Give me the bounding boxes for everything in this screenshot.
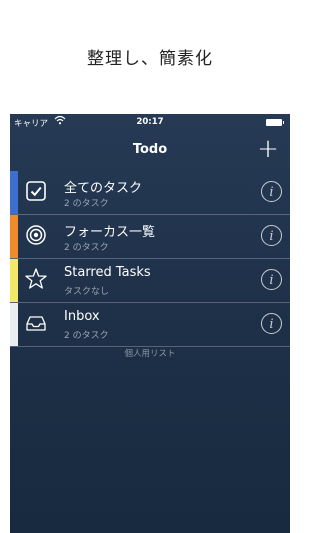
list-subtitle: タスクなし [64, 287, 110, 297]
list-row-starred[interactable]: Starred Tasks タスクなし i [10, 259, 290, 303]
list-subtitle: 2 のタスク [64, 199, 109, 209]
list-name: フォーカス一覧 [64, 225, 156, 240]
list-row-inbox[interactable]: Inbox 2 のタスク i [10, 303, 290, 347]
inbox-tray-icon [24, 311, 48, 335]
star-icon [24, 267, 48, 291]
list-name: 全てのタスク [64, 181, 143, 196]
info-button[interactable]: i [261, 225, 282, 246]
info-button[interactable]: i [261, 313, 282, 334]
color-strip [10, 303, 18, 346]
nav-bar: Todo + [10, 132, 290, 168]
battery-icon [266, 119, 284, 126]
target-icon [24, 223, 48, 247]
app-screen: キャリア 20:17 Todo + 全てのタスク 2 のタスク i フォーカス一… [10, 114, 290, 533]
list-subtitle: 2 のタスク [64, 331, 109, 341]
status-bar: キャリア 20:17 [10, 114, 290, 132]
list-row-focus[interactable]: フォーカス一覧 2 のタスク i [10, 215, 290, 259]
checkbox-icon [24, 179, 48, 203]
list-name: Starred Tasks [64, 265, 151, 280]
list-subtitle: 2 のタスク [64, 243, 109, 253]
add-list-button[interactable]: + [256, 135, 280, 163]
color-strip [10, 259, 18, 302]
info-button[interactable]: i [261, 269, 282, 290]
color-strip [10, 215, 18, 258]
info-button[interactable]: i [261, 181, 282, 202]
color-strip [10, 171, 18, 214]
list-row-all-tasks[interactable]: 全てのタスク 2 のタスク i [10, 171, 290, 215]
todo-lists: 全てのタスク 2 のタスク i フォーカス一覧 2 のタスク i Starred… [10, 171, 290, 347]
nav-title: Todo [132, 142, 168, 157]
section-footer: 個人用リスト [124, 349, 176, 359]
headline: 整理し、簡素化 [87, 49, 213, 69]
list-name: Inbox [64, 309, 100, 324]
status-time: 20:17 [136, 117, 164, 127]
